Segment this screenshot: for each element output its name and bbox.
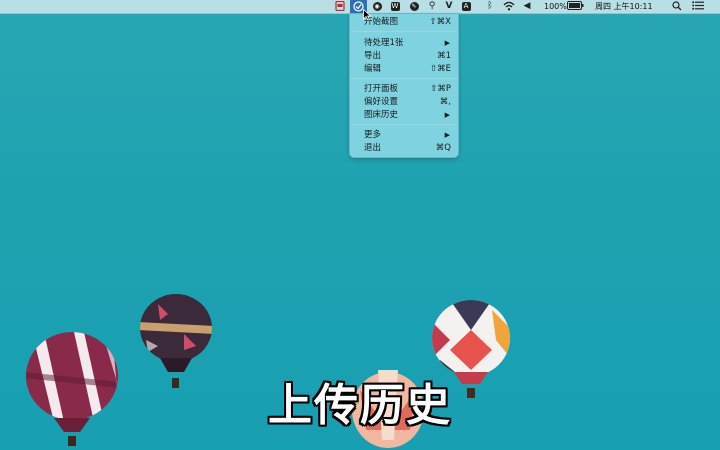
menu-item-edit[interactable]: 编辑 ⇧⌘E: [350, 63, 458, 75]
app-dropdown-menu: 开始截图 ⇧⌘X 待处理1张 ▶ 导出 ⌘1 编辑 ⇧⌘E 打开面板 ⇧⌘P 偏…: [349, 13, 459, 158]
battery-icon[interactable]: [566, 1, 584, 12]
menu-item-upload-history[interactable]: 图床历史 ▶: [350, 109, 458, 121]
battery-percent: 100%: [544, 2, 567, 11]
balloon-dark: [140, 294, 212, 388]
menu-item-preferences[interactable]: 偏好设置 ⌘,: [350, 96, 458, 108]
pen-app-icon[interactable]: ✎: [408, 1, 420, 12]
submenu-arrow-icon: ▶: [444, 111, 450, 119]
menu-item-label: 编辑: [364, 64, 382, 74]
v-app-icon[interactable]: V: [443, 1, 455, 12]
menu-item-shortcut: ⌘Q: [435, 143, 451, 153]
search-app-icon[interactable]: ⚲: [426, 1, 438, 12]
menu-item-label: 打开面板: [364, 84, 399, 94]
menu-separator: [351, 78, 457, 79]
submenu-arrow-icon: ▶: [444, 39, 450, 47]
menu-item-label: 偏好设置: [364, 97, 399, 107]
menu-separator: [351, 31, 457, 32]
w-app-icon[interactable]: W: [389, 1, 401, 12]
menu-item-shortcut: ⌘1: [437, 51, 451, 61]
menu-item-shortcut: ⇧⌘E: [430, 64, 451, 74]
menu-item-label: 导出: [364, 51, 382, 61]
pdf-app-icon[interactable]: [334, 0, 346, 12]
mouse-cursor-icon: [363, 9, 371, 21]
menu-item-label: 更多: [364, 130, 382, 140]
spotlight-icon[interactable]: [671, 1, 683, 12]
menu-separator: [351, 124, 457, 125]
menu-item-shortcut: ⌘,: [439, 97, 451, 107]
a-app-icon[interactable]: A: [460, 1, 472, 12]
menu-item-label: 退出: [364, 143, 382, 153]
datetime[interactable]: 周四 上午10:11: [595, 0, 653, 13]
volume-icon[interactable]: ◀: [521, 1, 533, 12]
menu-item-label: 待处理1张: [364, 38, 404, 48]
menu-item-more[interactable]: 更多 ▶: [350, 129, 458, 141]
submenu-arrow-icon: ▶: [444, 131, 450, 139]
menu-item-quit[interactable]: 退出 ⌘Q: [350, 142, 458, 154]
menu-item-label: 图床历史: [364, 110, 399, 120]
menu-bar: ◉ W ✎ ⚲ V A ᛒ ◀ 100% 周四 上午10:11: [0, 0, 720, 14]
bluetooth-icon[interactable]: ᛒ: [484, 1, 496, 12]
control-list-icon[interactable]: [691, 1, 705, 12]
menu-item-shortcut: ⇧⌘X: [429, 17, 451, 27]
menu-item-export[interactable]: 导出 ⌘1: [350, 50, 458, 62]
circle-app-icon[interactable]: ◉: [371, 1, 383, 12]
video-caption: 上传历史: [268, 380, 452, 431]
wifi-icon[interactable]: [502, 1, 516, 12]
menu-item-shortcut: ⇧⌘P: [430, 84, 451, 94]
menu-item-pending[interactable]: 待处理1张 ▶: [350, 37, 458, 49]
menu-item-open-panel[interactable]: 打开面板 ⇧⌘P: [350, 83, 458, 95]
